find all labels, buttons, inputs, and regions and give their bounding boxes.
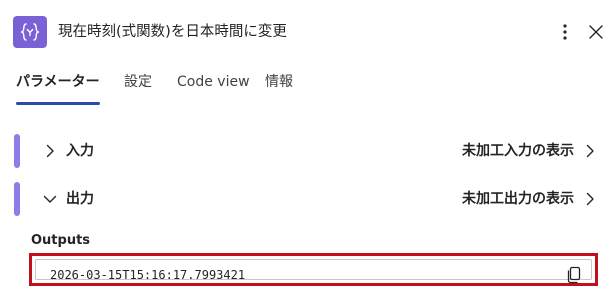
show-raw-outputs-link[interactable]: 未加工出力の表示 — [462, 189, 574, 209]
tab-bar: パラメーター 設定 Code view 情報 — [0, 62, 611, 106]
more-options-icon[interactable] — [557, 21, 573, 43]
input-section-label: 入力 — [66, 143, 94, 159]
copy-icon[interactable] — [566, 266, 582, 284]
output-section-label: 出力 — [66, 191, 94, 207]
action-details-panel: 現在時刻(式関数)を日本時間に変更 パラメーター 設定 Code view 情報 — [0, 0, 611, 303]
expression-icon — [13, 16, 47, 48]
page-title: 現在時刻(式関数)を日本時間に変更 — [58, 24, 287, 40]
tab-settings[interactable]: 設定 — [124, 72, 152, 92]
chevron-right-icon — [582, 143, 598, 159]
chevron-right-icon — [582, 191, 598, 207]
input-section-header[interactable]: 入力 未加工入力の表示 — [0, 134, 611, 168]
section-accent-bar — [14, 182, 20, 216]
section-accent-bar — [14, 134, 20, 168]
output-section-header[interactable]: 出力 未加工出力の表示 — [0, 182, 611, 216]
active-tab-indicator — [16, 102, 100, 105]
tab-info[interactable]: 情報 — [265, 72, 293, 92]
tab-code-view[interactable]: Code view — [177, 72, 250, 92]
chevron-down-icon — [42, 191, 58, 207]
tab-parameters[interactable]: パラメーター — [16, 72, 100, 92]
show-raw-inputs-link[interactable]: 未加工入力の表示 — [462, 141, 574, 161]
panel-header: 現在時刻(式関数)を日本時間に変更 — [0, 0, 611, 62]
close-icon[interactable] — [586, 22, 606, 42]
outputs-label: Outputs — [31, 233, 91, 248]
chevron-right-icon — [42, 143, 58, 159]
output-value[interactable]: 2026-03-15T15:16:17.7993421 — [50, 267, 245, 283]
output-value-field[interactable]: 2026-03-15T15:16:17.7993421 — [35, 259, 592, 284]
output-highlight-box: 2026-03-15T15:16:17.7993421 — [29, 253, 598, 286]
